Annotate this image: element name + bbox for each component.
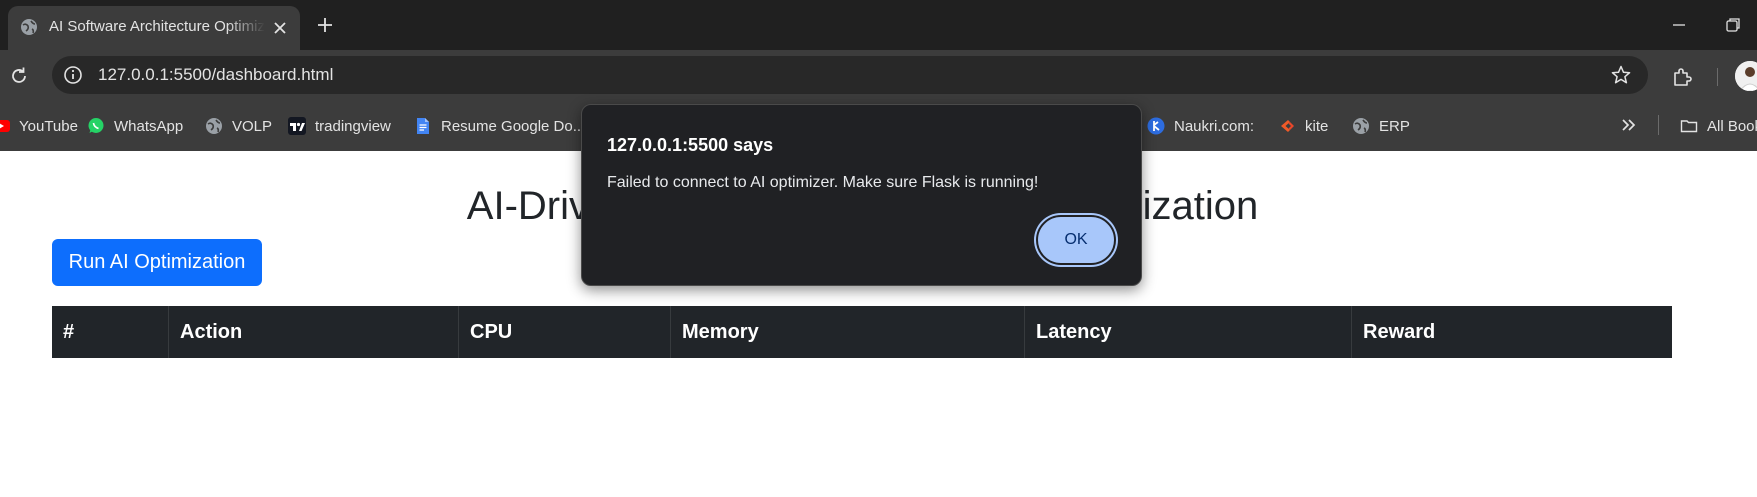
column-header-cpu: CPU	[458, 306, 670, 358]
bookmark-label: ERP	[1379, 117, 1410, 135]
new-tab-button[interactable]	[314, 14, 336, 36]
alert-dialog: 127.0.0.1:5500 says Failed to connect to…	[581, 104, 1142, 286]
bookmark-label: VOLP	[232, 117, 273, 135]
bookmark-kite[interactable]: kite	[1278, 114, 1328, 138]
toolbar-divider	[1717, 68, 1718, 86]
column-header-latency: Latency	[1024, 306, 1351, 358]
close-icon[interactable]	[270, 18, 290, 38]
url-text[interactable]: 127.0.0.1:5500/dashboard.html	[98, 65, 333, 85]
dialog-title: 127.0.0.1:5500 says	[607, 135, 774, 155]
globe-icon	[1353, 118, 1369, 134]
bookmark-label: All Bookmarks	[1707, 117, 1757, 135]
column-header-memory: Memory	[670, 306, 1024, 358]
youtube-icon	[0, 120, 10, 132]
extensions-icon[interactable]	[1670, 65, 1694, 89]
column-header-index: #	[63, 321, 75, 343]
browser-tab[interactable]: AI Software Architecture Optimization Da…	[8, 6, 300, 50]
google-docs-icon	[417, 118, 429, 134]
avatar[interactable]	[1735, 61, 1757, 91]
address-bar[interactable]: 127.0.0.1:5500/dashboard.html	[52, 56, 1648, 94]
folder-icon	[1680, 120, 1698, 133]
bookmark-label: Resume Google Do...	[441, 117, 586, 135]
bookmark-label: Naukri.com:	[1174, 117, 1255, 135]
minimize-icon[interactable]	[1668, 14, 1690, 36]
run-ai-optimization-button[interactable]: Run AI Optimization	[52, 239, 262, 286]
bookmark-label: tradingview	[315, 117, 391, 135]
column-header-reward: Reward	[1351, 306, 1672, 358]
globe-icon	[206, 118, 222, 134]
profile-picture-icon	[1735, 61, 1757, 91]
globe-icon	[21, 19, 37, 35]
bookmark-volp[interactable]: VOLP	[205, 114, 272, 138]
bookmark-whatsapp[interactable]: WhatsApp	[87, 114, 183, 138]
site-info-icon[interactable]	[62, 64, 84, 86]
ok-button[interactable]: OK	[1036, 215, 1116, 265]
bookmark-label: kite	[1305, 117, 1329, 135]
bookmark-naukri[interactable]: Naukri.com:	[1147, 114, 1254, 138]
bookmark-star-icon[interactable]	[1610, 64, 1632, 86]
bookmark-youtube[interactable]: YouTube	[0, 114, 78, 138]
restore-icon[interactable]	[1722, 14, 1744, 36]
bookmark-erp[interactable]: ERP	[1352, 114, 1410, 138]
results-table-header: # Action CPU Memory Latency Reward	[52, 306, 1672, 358]
bookmark-label: WhatsApp	[114, 117, 184, 135]
reload-icon[interactable]	[8, 65, 30, 87]
naukri-icon	[1147, 117, 1165, 135]
bookmark-label: YouTube	[19, 117, 78, 135]
bookmark-resume-google-docs[interactable]: Resume Google Do...	[414, 114, 585, 138]
tab-title: AI Software Architecture Optimization Da…	[49, 18, 265, 35]
kite-icon	[1281, 120, 1294, 132]
column-header-action: Action	[168, 306, 458, 358]
chevron-double-right-icon[interactable]	[1618, 114, 1640, 136]
tab-strip: AI Software Architecture Optimization Da…	[0, 0, 1757, 50]
bookmark-tradingview[interactable]: tradingview	[288, 114, 391, 138]
dialog-message: Failed to connect to AI optimizer. Make …	[607, 174, 1039, 191]
whatsapp-icon	[88, 118, 104, 133]
bookmarks-divider	[1658, 115, 1659, 135]
all-bookmarks-folder[interactable]: All Bookmarks	[1680, 114, 1757, 138]
tradingview-icon	[288, 117, 306, 135]
browser-toolbar: 127.0.0.1:5500/dashboard.html	[0, 50, 1757, 100]
